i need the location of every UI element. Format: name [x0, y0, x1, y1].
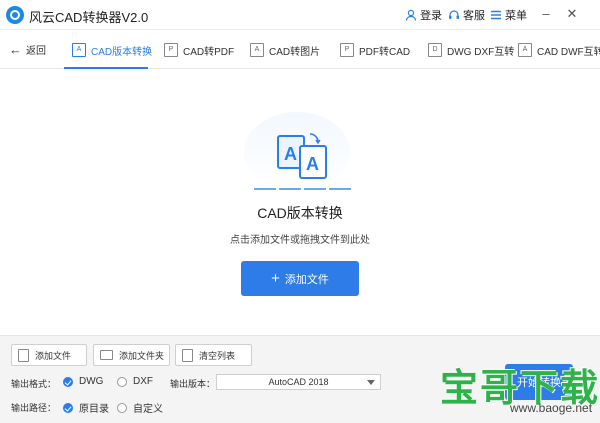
tab-cad-version[interactable]: A CAD版本转换: [72, 31, 152, 69]
tab-label: PDF转CAD: [359, 46, 411, 58]
chevron-down-icon: [367, 380, 375, 385]
file-icon: [18, 348, 29, 362]
add-file-small-button[interactable]: 添加文件: [11, 344, 87, 366]
radio-checked-icon: [63, 376, 73, 387]
arrow-left-icon: ←: [9, 42, 22, 57]
version-value: AutoCAD 2018: [268, 377, 329, 387]
hero-dash: [254, 188, 276, 190]
svg-text:A: A: [306, 154, 319, 174]
app-logo-icon: [6, 6, 24, 24]
hero-dash: [304, 188, 326, 190]
path-custom-radio[interactable]: 自定义: [117, 400, 163, 415]
hero-dash: [279, 188, 301, 190]
user-icon: [405, 9, 417, 21]
tab-label: DWG DXF互转: [447, 46, 515, 58]
tab-label: CAD转图片: [269, 46, 321, 58]
minimize-button[interactable]: –: [537, 5, 555, 23]
radio-unchecked-icon: [117, 376, 127, 387]
plus-icon: +: [271, 270, 280, 287]
folder-icon: [100, 350, 113, 360]
pdf-file-icon: P: [340, 43, 354, 57]
tab-cad-to-image[interactable]: A CAD转图片: [250, 31, 320, 69]
bottom-panel: 添加文件 添加文件夹 清空列表 输出格式： DWG DXF 输出版本： Auto…: [0, 335, 600, 423]
version-select[interactable]: AutoCAD 2018: [216, 374, 381, 390]
format-dwg-radio[interactable]: DWG: [63, 376, 103, 387]
active-tab-indicator: [64, 67, 148, 69]
cad-file-icon: A: [72, 43, 86, 57]
login-label: 登录: [420, 10, 442, 22]
image-file-icon: A: [250, 43, 264, 57]
cad-convert-icon: A A: [277, 133, 327, 179]
output-version-label: 输出版本：: [170, 379, 216, 389]
add-file-small-label: 添加文件: [35, 350, 72, 361]
tab-label: CAD版本转换: [91, 46, 153, 58]
format-dxf-label: DXF: [133, 376, 153, 387]
back-button[interactable]: ← 返回: [9, 42, 46, 57]
tab-label: CAD转PDF: [183, 46, 235, 58]
menu-icon: [491, 10, 501, 20]
tab-label: CAD DWF互转: [537, 46, 600, 58]
tab-cad-dwf[interactable]: A CAD DWF互转: [518, 31, 600, 69]
add-file-label: 添加文件: [284, 273, 329, 286]
tab-bar: ← 返回 A CAD版本转换 P CAD转PDF A CAD转图片 P PDF转…: [0, 31, 600, 69]
format-dwg-label: DWG: [79, 376, 104, 387]
main-subtitle: 点击添加文件或拖拽文件到此处: [230, 235, 370, 246]
dwf-file-icon: A: [518, 43, 532, 57]
headset-icon: [449, 10, 459, 19]
pdf-file-icon: P: [164, 43, 178, 57]
start-convert-button[interactable]: 开始转换: [505, 364, 573, 400]
trash-icon: [182, 348, 193, 362]
login-button[interactable]: 登录: [405, 7, 442, 23]
hero-dash: [329, 188, 351, 190]
back-label: 返回: [26, 46, 46, 57]
menu-label: 菜单: [505, 10, 527, 22]
format-dxf-radio[interactable]: DXF: [117, 376, 153, 387]
svg-text:A: A: [284, 144, 297, 164]
menu-button[interactable]: 菜单: [490, 7, 527, 23]
app-title: 风云CAD转换器V2.0: [29, 10, 149, 25]
dwg-file-icon: D: [428, 43, 442, 57]
clear-list-label: 清空列表: [199, 350, 236, 361]
clear-list-button[interactable]: 清空列表: [175, 344, 252, 366]
add-folder-label: 添加文件夹: [119, 350, 165, 361]
output-format-label: 输出格式：: [11, 379, 57, 389]
tab-dwg-dxf[interactable]: D DWG DXF互转: [428, 31, 514, 69]
radio-checked-icon: [63, 402, 73, 413]
drop-zone[interactable]: A A CAD版本转换 点击添加文件或拖拽文件到此处 + 添加文件: [0, 70, 600, 335]
add-file-button[interactable]: + 添加文件: [241, 261, 359, 296]
title-bar: 风云CAD转换器V2.0 登录 客服 菜单 – ✕: [0, 0, 600, 30]
path-original-radio[interactable]: 原目录: [63, 400, 109, 415]
main-title: CAD版本转换: [257, 205, 343, 221]
service-label: 客服: [463, 10, 485, 22]
add-folder-button[interactable]: 添加文件夹: [93, 344, 170, 366]
service-button[interactable]: 客服: [448, 7, 485, 23]
tab-pdf-to-cad[interactable]: P PDF转CAD: [340, 31, 410, 69]
path-original-label: 原目录: [79, 404, 109, 415]
path-custom-label: 自定义: [133, 404, 163, 415]
radio-unchecked-icon: [117, 402, 127, 413]
tab-cad-to-pdf[interactable]: P CAD转PDF: [164, 31, 234, 69]
close-button[interactable]: ✕: [563, 5, 581, 23]
output-path-label: 输出路径：: [11, 403, 57, 413]
